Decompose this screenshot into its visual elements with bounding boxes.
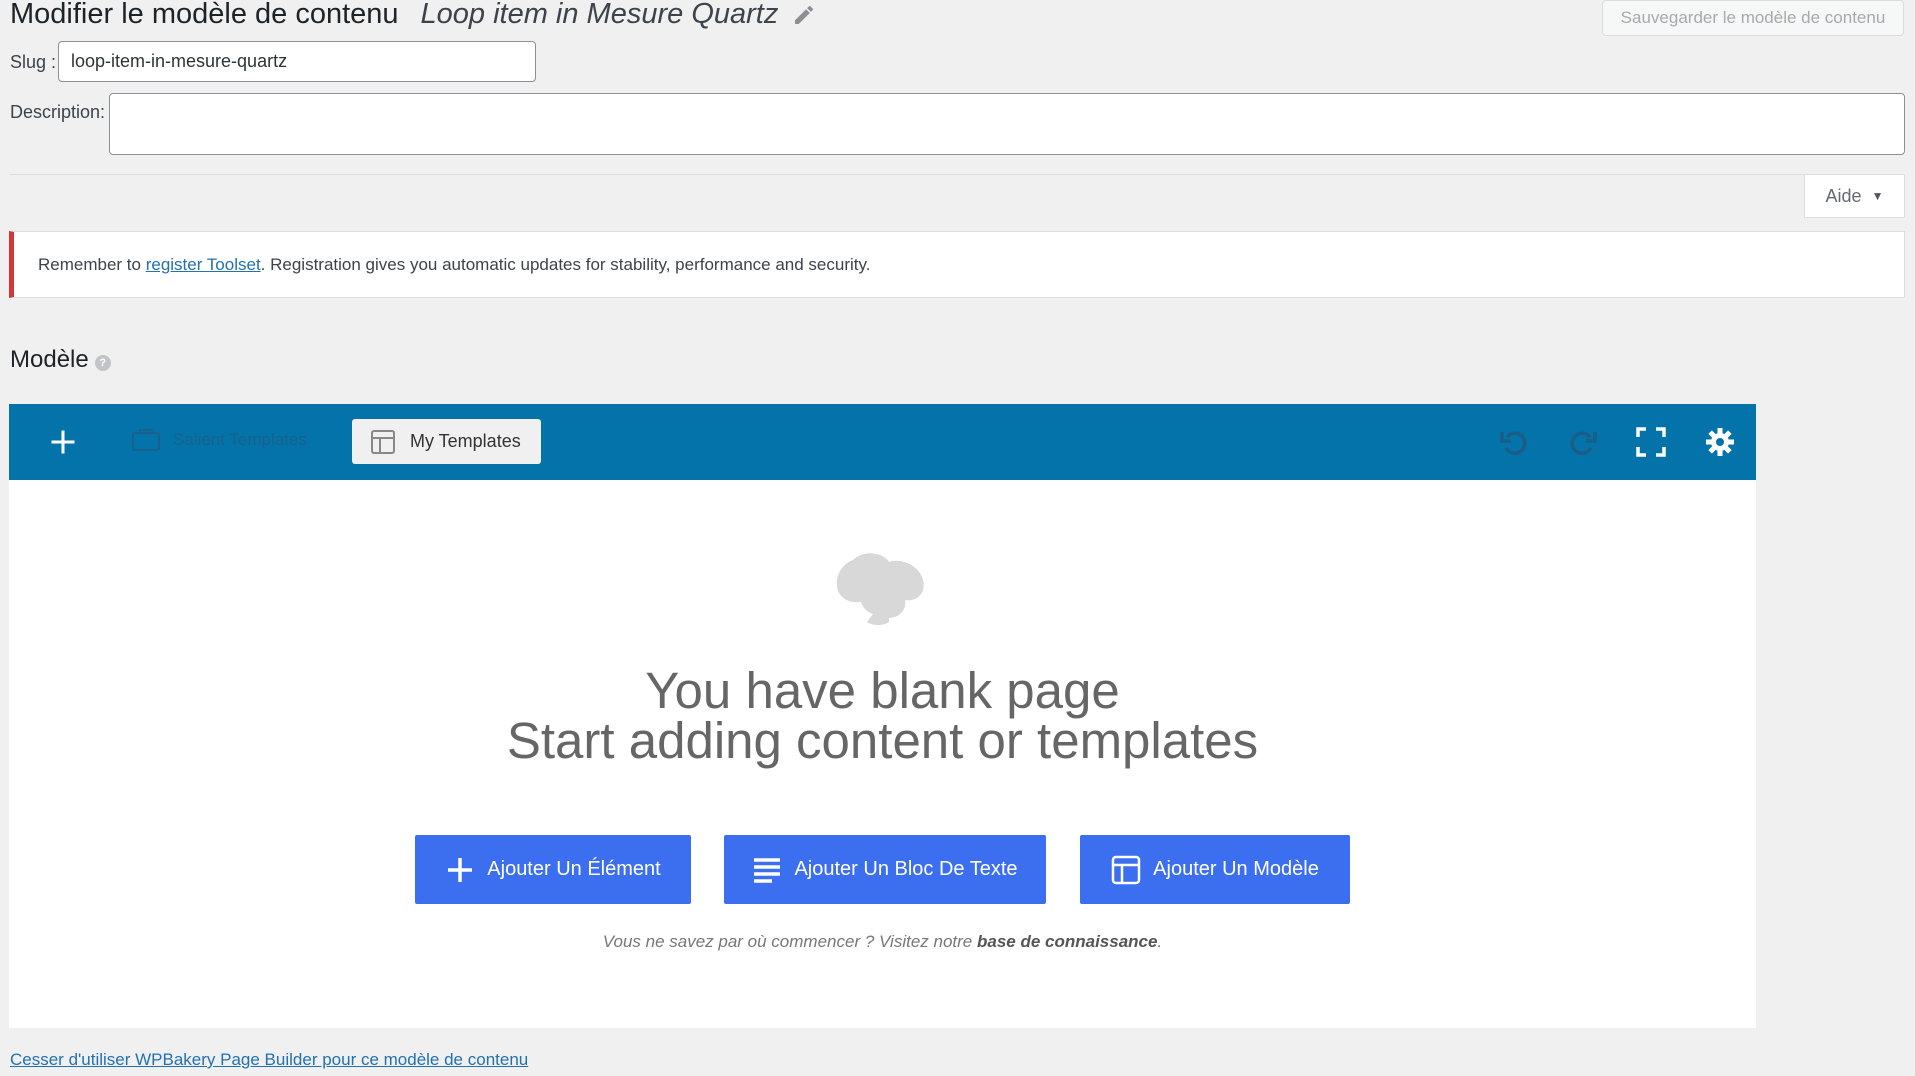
description-label: Description: — [10, 102, 106, 122]
registration-notice: Remember to register Toolset. Registrati… — [9, 231, 1905, 298]
undo-icon[interactable] — [1496, 424, 1532, 460]
add-text-block-label: Ajouter Un Bloc De Texte — [794, 858, 1018, 880]
add-text-block-button[interactable]: Ajouter Un Bloc De Texte — [724, 835, 1046, 904]
header-divider — [10, 174, 1905, 175]
page-builder: Salient Templates My Templates You have … — [9, 404, 1756, 1028]
description-field[interactable] — [109, 93, 1905, 155]
empty-state-message: You have blank page Start adding content… — [9, 662, 1756, 769]
knowledge-base-link[interactable]: base de connaissance — [977, 932, 1157, 951]
gear-icon[interactable] — [1702, 424, 1738, 460]
layout-icon — [1111, 855, 1141, 884]
layout-icon — [371, 429, 395, 454]
help-tab-label: Aide — [1825, 185, 1862, 206]
caret-down-icon: ▼ — [1871, 189, 1884, 203]
my-templates-button[interactable]: My Templates — [352, 419, 541, 464]
hint-suffix: . — [1157, 932, 1163, 951]
page-title: Modifier le modèle de contenu Loop item … — [10, 0, 816, 31]
slug-value: loop-item-in-mesure-quartz — [71, 51, 288, 71]
notice-prefix: Remember to — [38, 254, 146, 274]
help-tab-button[interactable]: Aide ▼ — [1804, 175, 1905, 218]
salient-templates-label: Salient Templates — [173, 430, 307, 449]
empty-page-icon — [836, 553, 924, 625]
section-title: Modèle ? — [10, 346, 111, 374]
redo-icon[interactable] — [1565, 424, 1601, 460]
add-element-button[interactable]: Ajouter Un Élément — [415, 835, 691, 904]
slug-label: Slug : — [10, 52, 57, 72]
hint-prefix: Vous ne savez par où commencer ? Visitez… — [602, 932, 977, 951]
slug-input[interactable]: loop-item-in-mesure-quartz — [58, 41, 536, 82]
template-name[interactable]: Loop item in Mesure Quartz — [421, 0, 779, 31]
section-title-text: Modèle — [10, 346, 89, 373]
add-element-label: Ajouter Un Élément — [487, 858, 661, 880]
add-template-button[interactable]: Ajouter Un Modèle — [1080, 835, 1350, 904]
salient-templates-button[interactable]: Salient Templates — [131, 428, 307, 452]
question-icon[interactable]: ? — [94, 355, 111, 371]
plus-icon — [448, 857, 473, 882]
help-hint: Vous ne savez par où commencer ? Visitez… — [9, 932, 1756, 952]
disable-builder-link[interactable]: Cesser d'utiliser WPBakery Page Builder … — [10, 1050, 528, 1070]
plus-icon[interactable] — [45, 424, 81, 460]
add-template-label: Ajouter Un Modèle — [1153, 858, 1319, 880]
save-template-button[interactable]: Sauvegarder le modèle de contenu — [1602, 0, 1904, 36]
empty-line-1: You have blank page — [645, 662, 1120, 719]
template-icon — [132, 429, 160, 451]
pencil-icon[interactable] — [792, 3, 816, 27]
text-lines-icon — [754, 857, 781, 883]
empty-line-2: Start adding content or templates — [506, 712, 1259, 769]
builder-toolbar: Salient Templates My Templates — [9, 404, 1756, 480]
page-title-text: Modifier le modèle de contenu — [10, 0, 399, 30]
notice-suffix: . Registration gives you automatic updat… — [260, 254, 871, 274]
my-templates-label: My Templates — [410, 431, 521, 451]
fullscreen-icon[interactable] — [1633, 424, 1669, 460]
register-toolset-link[interactable]: register Toolset — [146, 255, 261, 275]
